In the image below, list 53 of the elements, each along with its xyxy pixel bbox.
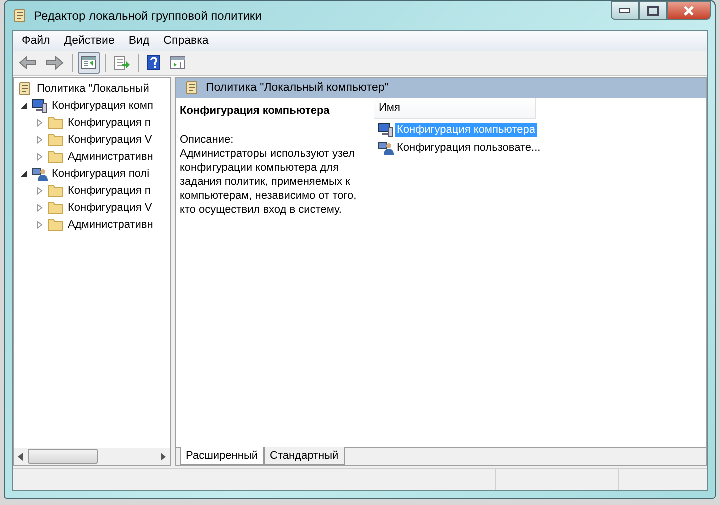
tree-item[interactable]: Политика "Локальный	[37, 82, 150, 94]
menu-item[interactable]: Действие	[57, 35, 122, 47]
expand-triangle-icon[interactable]	[36, 220, 44, 228]
tree-item[interactable]: Конфигурация комп	[52, 100, 154, 112]
minimize-icon	[619, 8, 631, 14]
scroll-left-icon[interactable]	[18, 452, 24, 460]
scroll-icon	[17, 80, 33, 96]
show-pane-button[interactable]	[78, 52, 100, 74]
expand-triangle-icon[interactable]	[36, 152, 44, 160]
folder-icon	[48, 148, 64, 164]
user-icon	[32, 166, 48, 182]
collapse-triangle-icon[interactable]	[20, 170, 28, 178]
window-title: Редактор локальной групповой политики	[34, 8, 263, 22]
computer-icon	[378, 122, 394, 138]
menu-item[interactable]: Файл	[15, 35, 58, 47]
maximize-icon	[647, 6, 659, 16]
view-tab[interactable]: Расширенный	[180, 447, 264, 465]
pane-title: Политика "Локальный компьютер"	[206, 82, 389, 94]
tree-item[interactable]: Административн	[68, 150, 154, 162]
expand-triangle-icon[interactable]	[36, 118, 44, 126]
computer-icon	[32, 98, 48, 114]
tree-item[interactable]: Конфигурация V	[68, 202, 152, 214]
tree-item[interactable]: Конфигурация полі	[52, 168, 150, 180]
scroll-right-icon[interactable]	[160, 452, 166, 460]
description-text: Администраторы используют узел конфигурации компьютера для задания политик, применяемых к компьютерам, независимо от того, кто осуществил вход в систему.	[180, 147, 358, 217]
tree-item[interactable]: Конфигурация п	[68, 116, 151, 128]
expand-triangle-icon[interactable]	[36, 186, 44, 194]
menu-item[interactable]: Справка	[156, 35, 216, 47]
column-header[interactable]: Имя	[374, 98, 536, 119]
view-tab[interactable]: Стандартный	[264, 447, 345, 465]
tree-item[interactable]: Административн	[68, 218, 154, 230]
folder-icon	[48, 200, 64, 216]
minimize-button[interactable]	[611, 1, 639, 20]
description-label: Описание:	[180, 133, 235, 147]
folder-icon	[48, 182, 64, 198]
expand-triangle-icon[interactable]	[36, 136, 44, 144]
tree-item[interactable]: Конфигурация п	[68, 184, 151, 196]
scroll-icon	[12, 8, 28, 24]
horizontal-scrollbar[interactable]	[14, 448, 170, 465]
close-icon	[682, 6, 696, 16]
collapse-triangle-icon[interactable]	[20, 102, 28, 110]
node-title: Конфигурация компьютера	[180, 105, 331, 117]
maximize-button[interactable]	[639, 1, 667, 20]
menu-item[interactable]: Вид	[122, 35, 157, 47]
list-item[interactable]: Конфигурация пользовате...	[395, 141, 543, 155]
close-button[interactable]	[667, 1, 711, 20]
tree-item[interactable]: Конфигурация V	[68, 134, 152, 146]
user-icon	[378, 140, 394, 156]
folder-icon	[48, 216, 64, 232]
folder-icon	[48, 114, 64, 130]
expand-triangle-icon[interactable]	[36, 204, 44, 212]
folder-icon	[48, 132, 64, 148]
scroll-icon	[184, 80, 200, 96]
